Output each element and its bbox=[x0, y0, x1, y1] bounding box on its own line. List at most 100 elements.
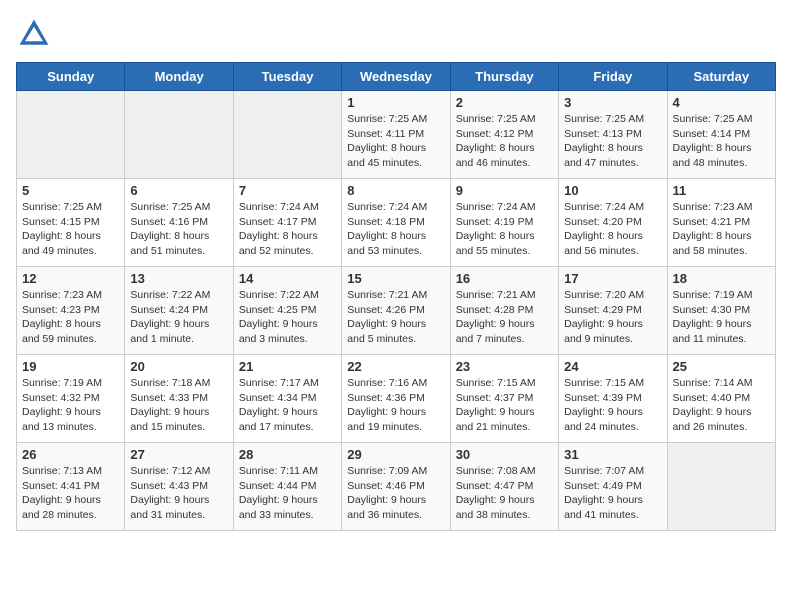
weekday-header: Monday bbox=[125, 63, 233, 91]
day-number: 18 bbox=[673, 271, 770, 286]
calendar-cell bbox=[17, 91, 125, 179]
day-info: Sunrise: 7:19 AM Sunset: 4:30 PM Dayligh… bbox=[673, 288, 770, 347]
day-number: 6 bbox=[130, 183, 227, 198]
calendar-cell: 28Sunrise: 7:11 AM Sunset: 4:44 PM Dayli… bbox=[233, 443, 341, 531]
day-info: Sunrise: 7:23 AM Sunset: 4:23 PM Dayligh… bbox=[22, 288, 119, 347]
calendar-week-row: 5 Sunrise: 7:25 AM Sunset: 4:15 PM Daylig… bbox=[17, 179, 776, 267]
calendar-cell: 30 Sunrise: 7:08 AM Sunset: 4:47 PM Dayli… bbox=[450, 443, 558, 531]
day-number: 1 bbox=[347, 95, 444, 110]
calendar-cell: 14Sunrise: 7:22 AM Sunset: 4:25 PM Dayli… bbox=[233, 267, 341, 355]
calendar-cell: 20Sunrise: 7:18 AM Sunset: 4:33 PM Dayli… bbox=[125, 355, 233, 443]
calendar-cell: 29 Sunrise: 7:09 AM Sunset: 4:46 PM Dayli… bbox=[342, 443, 450, 531]
calendar-cell: 4 Sunrise: 7:25 AM Sunset: 4:14 PM Daylig… bbox=[667, 91, 775, 179]
day-number: 29 bbox=[347, 447, 444, 462]
day-info: Sunrise: 7:17 AM Sunset: 4:34 PM Dayligh… bbox=[239, 376, 336, 435]
weekday-header: Saturday bbox=[667, 63, 775, 91]
calendar-cell: 15 Sunrise: 7:21 AM Sunset: 4:26 PM Dayli… bbox=[342, 267, 450, 355]
calendar-cell: 22 Sunrise: 7:16 AM Sunset: 4:36 PM Dayli… bbox=[342, 355, 450, 443]
day-number: 17 bbox=[564, 271, 661, 286]
weekday-header-row: SundayMondayTuesdayWednesdayThursdayFrid… bbox=[17, 63, 776, 91]
calendar-cell: 5 Sunrise: 7:25 AM Sunset: 4:15 PM Daylig… bbox=[17, 179, 125, 267]
calendar-cell: 1 Sunrise: 7:25 AM Sunset: 4:11 PM Daylig… bbox=[342, 91, 450, 179]
day-info: Sunrise: 7:25 AM Sunset: 4:11 PM Dayligh… bbox=[347, 112, 444, 171]
day-number: 16 bbox=[456, 271, 553, 286]
day-number: 23 bbox=[456, 359, 553, 374]
calendar-cell: 18 Sunrise: 7:19 AM Sunset: 4:30 PM Dayli… bbox=[667, 267, 775, 355]
day-info: Sunrise: 7:14 AM Sunset: 4:40 PM Dayligh… bbox=[673, 376, 770, 435]
calendar-cell: 24 Sunrise: 7:15 AM Sunset: 4:39 PM Dayli… bbox=[559, 355, 667, 443]
day-info: Sunrise: 7:24 AM Sunset: 4:17 PM Dayligh… bbox=[239, 200, 336, 259]
day-number: 15 bbox=[347, 271, 444, 286]
day-info: Sunrise: 7:25 AM Sunset: 4:15 PM Dayligh… bbox=[22, 200, 119, 259]
calendar-week-row: 1 Sunrise: 7:25 AM Sunset: 4:11 PM Daylig… bbox=[17, 91, 776, 179]
calendar-cell: 19 Sunrise: 7:19 AM Sunset: 4:32 PM Dayli… bbox=[17, 355, 125, 443]
day-number: 8 bbox=[347, 183, 444, 198]
day-info: Sunrise: 7:24 AM Sunset: 4:18 PM Dayligh… bbox=[347, 200, 444, 259]
day-info: Sunrise: 7:16 AM Sunset: 4:36 PM Dayligh… bbox=[347, 376, 444, 435]
calendar-cell: 7 Sunrise: 7:24 AM Sunset: 4:17 PM Daylig… bbox=[233, 179, 341, 267]
day-info: Sunrise: 7:24 AM Sunset: 4:19 PM Dayligh… bbox=[456, 200, 553, 259]
day-info: Sunrise: 7:15 AM Sunset: 4:39 PM Dayligh… bbox=[564, 376, 661, 435]
calendar-cell bbox=[667, 443, 775, 531]
calendar-cell: 17 Sunrise: 7:20 AM Sunset: 4:29 PM Dayli… bbox=[559, 267, 667, 355]
day-info: Sunrise: 7:07 AM Sunset: 4:49 PM Dayligh… bbox=[564, 464, 661, 523]
day-number: 21 bbox=[239, 359, 336, 374]
day-number: 19 bbox=[22, 359, 119, 374]
calendar-cell: 6 Sunrise: 7:25 AM Sunset: 4:16 PM Daylig… bbox=[125, 179, 233, 267]
day-number: 22 bbox=[347, 359, 444, 374]
day-number: 7 bbox=[239, 183, 336, 198]
day-number: 28 bbox=[239, 447, 336, 462]
day-number: 2 bbox=[456, 95, 553, 110]
calendar-week-row: 12 Sunrise: 7:23 AM Sunset: 4:23 PM Dayli… bbox=[17, 267, 776, 355]
calendar-cell: 9 Sunrise: 7:24 AM Sunset: 4:19 PM Daylig… bbox=[450, 179, 558, 267]
day-number: 5 bbox=[22, 183, 119, 198]
calendar-cell: 26Sunrise: 7:13 AM Sunset: 4:41 PM Dayli… bbox=[17, 443, 125, 531]
day-number: 25 bbox=[673, 359, 770, 374]
weekday-header: Tuesday bbox=[233, 63, 341, 91]
page-header bbox=[16, 16, 776, 52]
calendar-cell: 25 Sunrise: 7:14 AM Sunset: 4:40 PM Dayli… bbox=[667, 355, 775, 443]
calendar-cell: 23Sunrise: 7:15 AM Sunset: 4:37 PM Dayli… bbox=[450, 355, 558, 443]
day-info: Sunrise: 7:22 AM Sunset: 4:24 PM Dayligh… bbox=[130, 288, 227, 347]
day-number: 27 bbox=[130, 447, 227, 462]
calendar-cell: 11 Sunrise: 7:23 AM Sunset: 4:21 PM Dayli… bbox=[667, 179, 775, 267]
logo-icon bbox=[16, 16, 52, 52]
day-number: 24 bbox=[564, 359, 661, 374]
calendar-cell: 3 Sunrise: 7:25 AM Sunset: 4:13 PM Daylig… bbox=[559, 91, 667, 179]
calendar-table: SundayMondayTuesdayWednesdayThursdayFrid… bbox=[16, 62, 776, 531]
day-info: Sunrise: 7:19 AM Sunset: 4:32 PM Dayligh… bbox=[22, 376, 119, 435]
calendar-cell: 16 Sunrise: 7:21 AM Sunset: 4:28 PM Dayli… bbox=[450, 267, 558, 355]
day-number: 30 bbox=[456, 447, 553, 462]
day-number: 31 bbox=[564, 447, 661, 462]
day-info: Sunrise: 7:09 AM Sunset: 4:46 PM Dayligh… bbox=[347, 464, 444, 523]
day-info: Sunrise: 7:25 AM Sunset: 4:16 PM Dayligh… bbox=[130, 200, 227, 259]
weekday-header: Friday bbox=[559, 63, 667, 91]
day-info: Sunrise: 7:18 AM Sunset: 4:33 PM Dayligh… bbox=[130, 376, 227, 435]
day-info: Sunrise: 7:12 AM Sunset: 4:43 PM Dayligh… bbox=[130, 464, 227, 523]
day-info: Sunrise: 7:13 AM Sunset: 4:41 PM Dayligh… bbox=[22, 464, 119, 523]
calendar-cell: 2 Sunrise: 7:25 AM Sunset: 4:12 PM Daylig… bbox=[450, 91, 558, 179]
calendar-cell: 21 Sunrise: 7:17 AM Sunset: 4:34 PM Dayli… bbox=[233, 355, 341, 443]
day-info: Sunrise: 7:22 AM Sunset: 4:25 PM Dayligh… bbox=[239, 288, 336, 347]
day-number: 11 bbox=[673, 183, 770, 198]
calendar-cell: 12 Sunrise: 7:23 AM Sunset: 4:23 PM Dayli… bbox=[17, 267, 125, 355]
day-number: 3 bbox=[564, 95, 661, 110]
calendar-cell: 27 Sunrise: 7:12 AM Sunset: 4:43 PM Dayli… bbox=[125, 443, 233, 531]
calendar-cell: 31 Sunrise: 7:07 AM Sunset: 4:49 PM Dayli… bbox=[559, 443, 667, 531]
day-info: Sunrise: 7:21 AM Sunset: 4:26 PM Dayligh… bbox=[347, 288, 444, 347]
day-number: 4 bbox=[673, 95, 770, 110]
calendar-week-row: 26Sunrise: 7:13 AM Sunset: 4:41 PM Dayli… bbox=[17, 443, 776, 531]
calendar-cell: 13Sunrise: 7:22 AM Sunset: 4:24 PM Dayli… bbox=[125, 267, 233, 355]
day-number: 12 bbox=[22, 271, 119, 286]
day-info: Sunrise: 7:24 AM Sunset: 4:20 PM Dayligh… bbox=[564, 200, 661, 259]
calendar-cell bbox=[233, 91, 341, 179]
day-info: Sunrise: 7:23 AM Sunset: 4:21 PM Dayligh… bbox=[673, 200, 770, 259]
day-number: 9 bbox=[456, 183, 553, 198]
day-info: Sunrise: 7:21 AM Sunset: 4:28 PM Dayligh… bbox=[456, 288, 553, 347]
day-info: Sunrise: 7:25 AM Sunset: 4:14 PM Dayligh… bbox=[673, 112, 770, 171]
logo bbox=[16, 16, 56, 52]
day-info: Sunrise: 7:25 AM Sunset: 4:13 PM Dayligh… bbox=[564, 112, 661, 171]
day-info: Sunrise: 7:25 AM Sunset: 4:12 PM Dayligh… bbox=[456, 112, 553, 171]
day-info: Sunrise: 7:08 AM Sunset: 4:47 PM Dayligh… bbox=[456, 464, 553, 523]
day-info: Sunrise: 7:20 AM Sunset: 4:29 PM Dayligh… bbox=[564, 288, 661, 347]
